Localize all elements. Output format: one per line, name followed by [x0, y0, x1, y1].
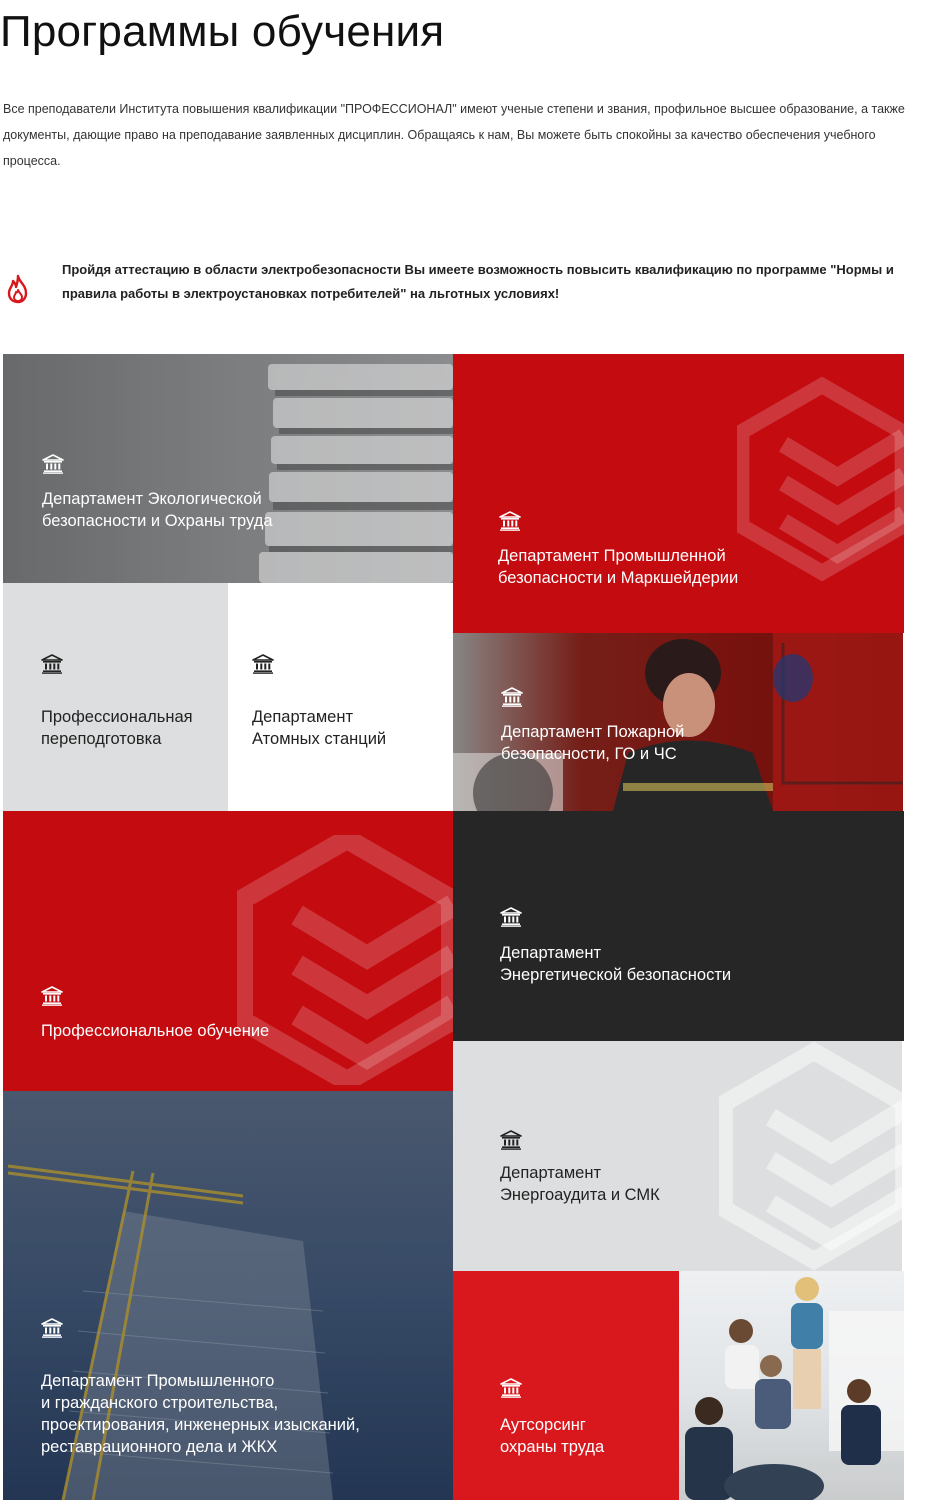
logo-watermark: [737, 354, 904, 604]
tile-industrial-safety-department[interactable]: Департамент Промышленной безопасности и …: [453, 354, 904, 633]
tile-outsourcing-labor-protection[interactable]: Аутсорсинг охраны труда: [453, 1271, 679, 1500]
institution-icon: [500, 907, 522, 927]
tile-label: Департамент Атомных станций: [252, 708, 387, 748]
flame-icon: [7, 274, 28, 304]
tile-label: Департамент Энергоаудита и СМК: [500, 1164, 660, 1204]
tile-ecology-department[interactable]: Департамент Экологической безопасности и…: [3, 354, 453, 583]
tile-label: Аутсорсинг охраны труда: [500, 1416, 605, 1456]
electrical-safety-notice[interactable]: Пройдя аттестацию в области электробезоп…: [0, 258, 930, 318]
tile-professional-retraining[interactable]: Профессиональная переподготовка: [3, 583, 228, 811]
institution-icon: [41, 986, 63, 1006]
institution-icon: [252, 654, 274, 674]
tile-label: Департамент Промышленного и гражданского…: [41, 1372, 360, 1456]
institution-icon: [42, 454, 64, 474]
logo-watermark: [237, 835, 453, 1085]
institution-icon: [41, 1318, 63, 1338]
classroom-photo: [679, 1271, 904, 1500]
notice-text: Пройдя аттестацию в области электробезоп…: [62, 262, 894, 301]
tile-nuclear-stations-department[interactable]: Департамент Атомных станций: [228, 583, 453, 811]
tile-label: Департамент Промышленной безопасности и …: [498, 547, 739, 587]
tile-label: Департамент Экологической безопасности и…: [42, 490, 273, 530]
books-photo: [3, 354, 453, 583]
tile-label: Профессиональная переподготовка: [41, 708, 193, 748]
institution-icon: [41, 654, 63, 674]
tile-energy-safety-department[interactable]: Департамент Энергетической безопасности: [453, 811, 904, 1041]
tile-label: Департамент Пожарной безопасности, ГО и …: [501, 723, 685, 763]
tile-professional-training[interactable]: Профессиональное обучение: [3, 811, 453, 1091]
intro-text: Все преподаватели Института повышения кв…: [3, 102, 905, 168]
institution-icon: [499, 511, 521, 531]
tile-fire-safety-department[interactable]: Департамент Пожарной безопасности, ГО и …: [453, 633, 903, 811]
tile-label: Профессиональное обучение: [41, 1022, 270, 1040]
tile-energy-audit-department[interactable]: Департамент Энергоаудита и СМК: [453, 1041, 902, 1271]
institution-icon: [501, 687, 523, 707]
logo-watermark: [719, 1041, 902, 1271]
tile-construction-department[interactable]: Департамент Промышленного и гражданского…: [3, 1091, 453, 1500]
page-title: Программы обучения: [0, 7, 445, 56]
institution-icon: [500, 1130, 522, 1150]
institution-icon: [500, 1378, 522, 1398]
tile-label: Департамент Энергетической безопасности: [500, 944, 732, 984]
